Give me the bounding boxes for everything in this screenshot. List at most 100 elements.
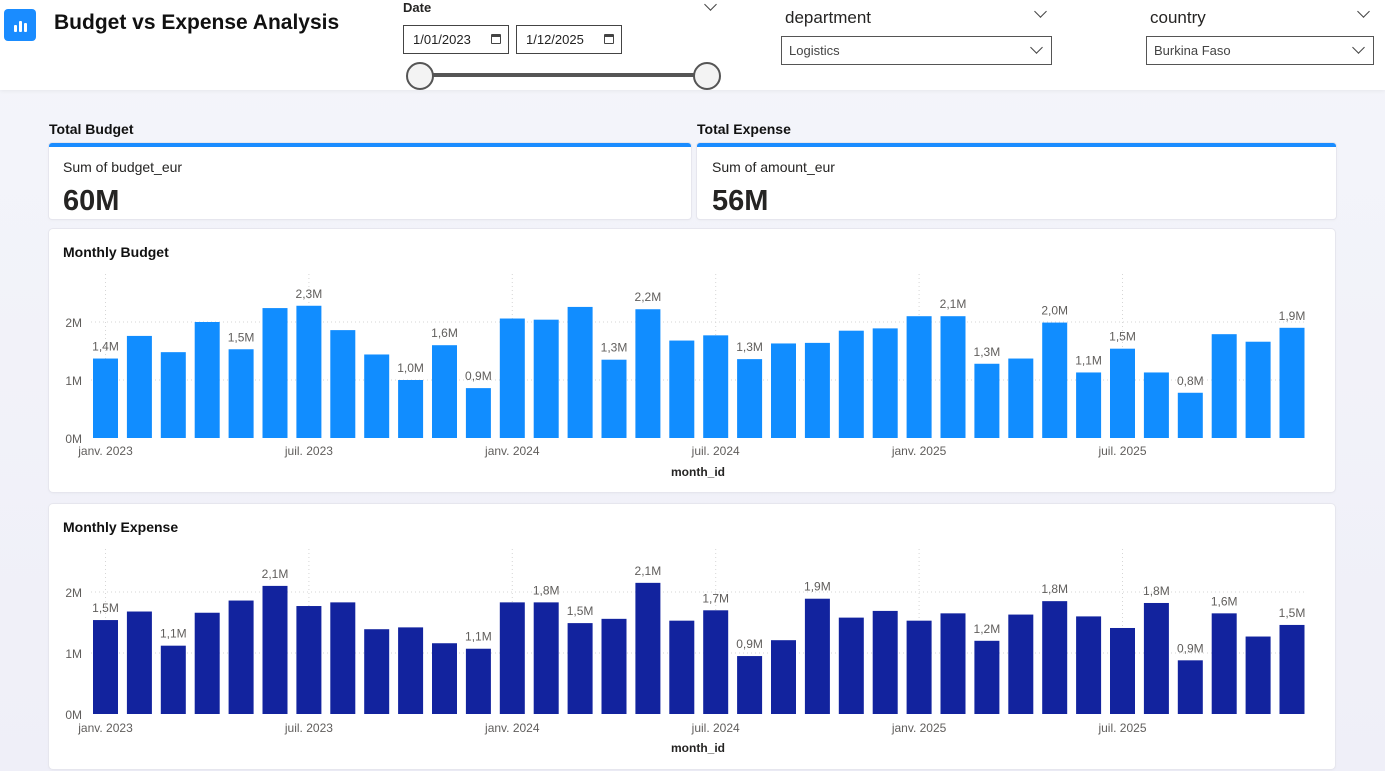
- data-label: 2,2M: [635, 290, 662, 304]
- department-dropdown[interactable]: Logistics: [781, 36, 1052, 65]
- data-label: 1,7M: [702, 591, 729, 605]
- y-tick-label: 1M: [65, 647, 82, 661]
- date-start-input[interactable]: 1/01/2023: [403, 25, 509, 54]
- expense-bar: [906, 620, 932, 714]
- expense-bar: [737, 656, 763, 714]
- budget-bar: [499, 318, 525, 438]
- x-tick-label: juil. 2025: [1097, 444, 1146, 458]
- total-budget-value: 60M: [63, 185, 120, 217]
- expense-bar: [1245, 636, 1271, 714]
- x-tick-label: juil. 2025: [1097, 721, 1146, 735]
- data-label: 2,1M: [635, 564, 662, 578]
- budget-bar: [1110, 348, 1135, 438]
- budget-bar: [1076, 372, 1102, 438]
- expense-bar: [533, 602, 559, 714]
- monthly-expense-chart: 0M 1M 2M janv. 2023 juil. 2023 janv. 2024 juil…: [65, 549, 1307, 755]
- expense-bar: [1110, 627, 1135, 714]
- expense-bar: [703, 610, 729, 714]
- data-label: 1,5M: [228, 330, 255, 344]
- country-filter-chevron-down-icon[interactable]: [1357, 5, 1370, 18]
- expense-bar: [194, 612, 220, 714]
- data-label: 2,3M: [296, 287, 323, 301]
- budget-bar: [1245, 341, 1271, 438]
- data-label: 1,3M: [601, 341, 628, 355]
- x-tick-label: juil. 2024: [691, 721, 740, 735]
- expense-bar: [1008, 614, 1034, 714]
- budget-bar: [364, 354, 390, 438]
- budget-bar: [1143, 372, 1169, 438]
- data-label: 1,3M: [736, 340, 763, 354]
- date-end-input[interactable]: 1/12/2025: [516, 25, 622, 54]
- expense-bar: [567, 623, 593, 714]
- date-end-value: 1/12/2025: [526, 32, 584, 47]
- monthly-budget-chart-card[interactable]: Monthly Budget 0M 1M 2M janv. 2023 juil. 202…: [49, 229, 1335, 492]
- expense-bar: [499, 602, 525, 714]
- data-label: 1,5M: [1109, 330, 1136, 344]
- expense-bar: [635, 582, 661, 714]
- y-tick-label: 2M: [65, 586, 82, 600]
- data-label: 1,1M: [160, 627, 187, 641]
- data-label: 1,5M: [567, 604, 594, 618]
- budget-bar: [296, 305, 322, 438]
- monthly-expense-chart-card[interactable]: Monthly Expense 0M 1M 2M janv. 2023 juil. 20…: [49, 504, 1335, 769]
- data-label: 1,5M: [1279, 606, 1306, 620]
- budget-bar: [1008, 358, 1034, 438]
- data-label: 1,8M: [1143, 584, 1170, 598]
- total-budget-card[interactable]: Sum of budget_eur 60M: [49, 143, 691, 219]
- data-label: 1,8M: [533, 583, 560, 597]
- chevron-down-icon[interactable]: [1030, 41, 1043, 54]
- total-expense-value: 56M: [712, 185, 769, 217]
- expense-bar: [1211, 613, 1237, 714]
- data-label: 0,9M: [1177, 641, 1204, 655]
- data-label: 0,8M: [1177, 374, 1204, 388]
- country-dropdown-value: Burkina Faso: [1154, 43, 1231, 58]
- monthly-budget-chart: 0M1M2Mjanv. 2023 juil. 2023 janv. 2024 juil…: [65, 274, 1307, 479]
- data-label: 0,9M: [736, 637, 763, 651]
- x-axis-title: month_id: [671, 741, 725, 755]
- date-range-slider-track[interactable]: [421, 73, 707, 77]
- total-expense-card[interactable]: Sum of amount_eur 56M: [697, 143, 1336, 219]
- budget-bar: [906, 316, 932, 438]
- data-label: 1,1M: [1075, 353, 1102, 367]
- budget-bar: [838, 330, 864, 438]
- expense-bar: [364, 629, 390, 714]
- date-range-end-handle[interactable]: [693, 62, 721, 90]
- country-filter-label: country: [1150, 8, 1206, 27]
- expense-bar: [1076, 616, 1102, 714]
- budget-bar: [974, 363, 1000, 438]
- expense-bar: [330, 602, 356, 714]
- country-dropdown[interactable]: Burkina Faso: [1146, 36, 1374, 65]
- y-tick-label: 1M: [65, 374, 82, 388]
- budget-bar: [93, 358, 118, 438]
- budget-bar: [635, 309, 661, 438]
- x-tick-label: janv. 2025: [891, 721, 947, 735]
- x-tick-label: juil. 2023: [284, 444, 333, 458]
- data-label: 1,5M: [92, 601, 119, 615]
- data-label: 1,3M: [974, 345, 1001, 359]
- data-label: 0,9M: [465, 369, 492, 383]
- data-label: 1,1M: [465, 630, 492, 644]
- budget-bar: [1042, 322, 1068, 438]
- department-filter-chevron-down-icon[interactable]: [1034, 5, 1047, 18]
- total-budget-title: Total Budget: [49, 121, 134, 137]
- y-tick-label: 0M: [65, 708, 82, 722]
- expense-bar: [974, 640, 1000, 714]
- budget-bar: [872, 328, 898, 438]
- budget-bar: [669, 340, 695, 438]
- calendar-icon[interactable]: [604, 34, 614, 44]
- date-range-start-handle[interactable]: [406, 62, 434, 90]
- expense-bar: [601, 618, 627, 714]
- x-tick-label: janv. 2024: [484, 721, 540, 735]
- budget-bar: [601, 359, 627, 438]
- budget-bar: [737, 359, 763, 438]
- chevron-down-icon[interactable]: [1352, 41, 1365, 54]
- budget-bar: [771, 343, 796, 438]
- expense-bar: [465, 648, 491, 714]
- budget-bar: [940, 316, 966, 438]
- expense-bar: [872, 610, 898, 714]
- page-title: Budget vs Expense Analysis: [54, 11, 340, 34]
- x-axis-title: month_id: [671, 465, 725, 479]
- date-filter-chevron-down-icon[interactable]: [704, 0, 717, 11]
- calendar-icon[interactable]: [491, 34, 501, 44]
- budget-bar: [1279, 327, 1305, 438]
